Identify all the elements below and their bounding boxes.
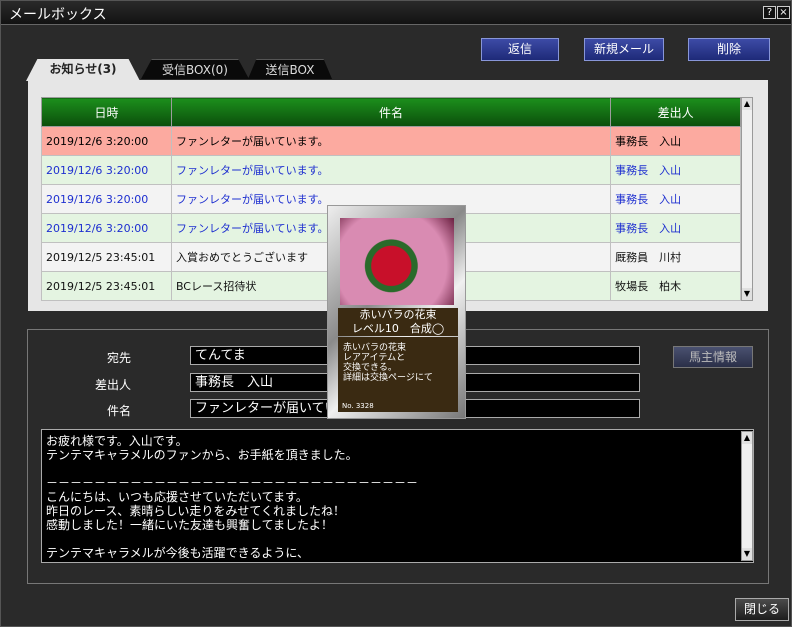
row-sender: 事務長 入山 xyxy=(610,126,741,156)
scroll-up-arrow-icon[interactable]: ▲ xyxy=(742,432,752,444)
tab-notices[interactable]: お知らせ(3) xyxy=(26,59,140,81)
window-title: メールボックス xyxy=(9,7,107,23)
row-date: 2019/12/6 3:20:00 xyxy=(41,184,172,214)
window-close-button[interactable]: × xyxy=(777,6,790,19)
rose-bouquet-icon xyxy=(340,218,454,305)
body-line: 感動しました！一緒にいた友達も興奮してましたよ！ xyxy=(46,518,334,532)
row-subject: ファンレターが届いています。 xyxy=(170,126,612,156)
row-date: 2019/12/6 3:20:00 xyxy=(41,155,172,185)
column-header-subject[interactable]: 件名 xyxy=(170,97,612,127)
mail-list-scrollbar[interactable]: ▲ ▼ xyxy=(741,97,753,301)
item-card-popup: 赤いバラの花束 レベル10 合成◯ 赤いバラの花束 レアアイテムと 交換できる。… xyxy=(327,205,466,419)
to-label: 宛先 xyxy=(106,351,131,365)
row-sender: 厩務員 川村 xyxy=(610,242,741,272)
scroll-down-arrow-icon[interactable]: ▼ xyxy=(742,548,752,560)
row-sender: 牧場長 柏木 xyxy=(610,271,741,301)
subject-label: 件名 xyxy=(106,404,131,418)
row-sender: 事務長 入山 xyxy=(610,213,741,243)
horse-owner-info-button[interactable]: 馬主情報 xyxy=(673,346,753,368)
delete-button[interactable]: 削除 xyxy=(688,38,770,61)
mail-body-scrollbar[interactable]: ▲ ▼ xyxy=(741,431,753,561)
card-level: レベル10 合成◯ xyxy=(338,322,458,336)
card-desc-line: レアアイテムと xyxy=(343,353,406,363)
body-line: テンテマキャラメルが今後も活躍できるように、 xyxy=(46,546,310,560)
column-header-date[interactable]: 日時 xyxy=(41,97,172,127)
card-desc-line: 詳細は交換ページにて xyxy=(343,373,433,383)
row-date: 2019/12/5 23:45:01 xyxy=(41,271,172,301)
tab-outbox[interactable]: 送信BOX xyxy=(248,59,332,79)
reply-button[interactable]: 返信 xyxy=(481,38,559,61)
scroll-up-arrow-icon[interactable]: ▲ xyxy=(742,98,752,110)
card-desc-line: 交換できる。 xyxy=(343,363,397,373)
close-button[interactable]: 閉じる xyxy=(735,598,789,621)
row-sender: 事務長 入山 xyxy=(610,184,741,214)
help-button[interactable]: ? xyxy=(763,6,776,19)
row-date: 2019/12/6 3:20:00 xyxy=(41,126,172,156)
row-subject: ファンレターが届いています。 xyxy=(170,155,612,185)
mailbox-window: メールボックス ? × 返信 新規メール 削除 お知らせ(3) 受信BOX(0)… xyxy=(0,0,792,627)
table-row[interactable]: 2019/12/6 3:20:00 ファンレターが届いています。 事務長 入山 xyxy=(41,126,741,156)
tab-inbox[interactable]: 受信BOX(0) xyxy=(141,59,249,79)
from-label: 差出人 xyxy=(94,378,131,392)
row-date: 2019/12/5 23:45:01 xyxy=(41,242,172,272)
new-mail-button[interactable]: 新規メール xyxy=(584,38,664,61)
scroll-down-arrow-icon[interactable]: ▼ xyxy=(742,288,752,300)
body-line: テンテマキャラメルのファンから、お手紙を頂きました。 xyxy=(46,448,358,462)
title-bar: メールボックス ? × xyxy=(1,1,791,25)
table-header-row: 日時 件名 差出人 xyxy=(41,97,741,127)
mail-body: お疲れ様です。入山です。 テンテマキャラメルのファンから、お手紙を頂きました。 … xyxy=(41,429,754,563)
card-name: 赤いバラの花束 xyxy=(338,308,458,322)
card-number: No. 3328 xyxy=(342,402,374,410)
card-description: 赤いバラの花束 レアアイテムと 交換できる。 詳細は交換ページにて xyxy=(338,337,458,412)
row-sender: 事務長 入山 xyxy=(610,155,741,185)
table-row[interactable]: 2019/12/6 3:20:00 ファンレターが届いています。 事務長 入山 xyxy=(41,155,741,185)
column-header-sender[interactable]: 差出人 xyxy=(610,97,741,127)
card-desc-line: 赤いバラの花束 xyxy=(343,343,407,353)
row-date: 2019/12/6 3:20:00 xyxy=(41,213,172,243)
